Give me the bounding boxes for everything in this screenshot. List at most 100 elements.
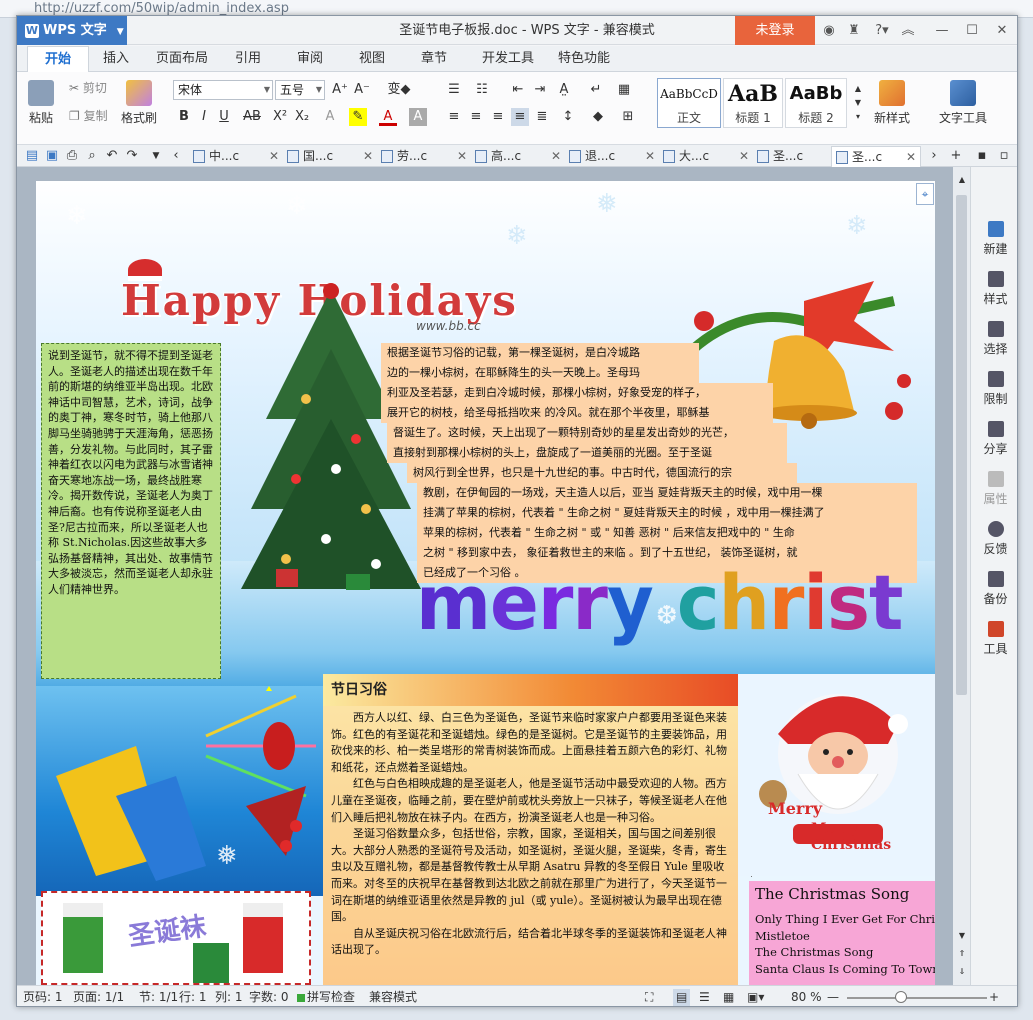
status-word-count[interactable]: 字数: 0 <box>249 989 289 1006</box>
print-icon[interactable]: ⎙ <box>63 147 81 165</box>
doc-tab[interactable]: 中...c ✕ <box>189 146 279 167</box>
bold-icon[interactable]: B <box>175 108 193 126</box>
font-color-icon[interactable]: A <box>379 108 397 126</box>
print-preview-icon[interactable]: ⌕ <box>83 147 101 165</box>
paste-button[interactable]: 粘贴 <box>23 80 59 126</box>
redo-icon[interactable]: ↷ <box>123 147 141 165</box>
border-icon[interactable]: ⊞ <box>619 108 637 126</box>
underline-icon[interactable]: U <box>215 108 233 126</box>
numbering-icon[interactable]: ☷ <box>473 81 491 99</box>
new-tab-icon[interactable]: + <box>947 147 965 165</box>
web-view-icon[interactable]: ▦ <box>723 989 734 1006</box>
align-left-icon[interactable]: ≡ <box>445 108 463 126</box>
menu-insert[interactable]: 插入 <box>91 46 141 72</box>
skin-icon[interactable]: ◉ <box>820 22 838 40</box>
close-icon[interactable]: ✕ <box>363 146 373 167</box>
vertical-scrollbar[interactable]: ▲ ▼ ⇑ ⇓ <box>953 167 970 985</box>
santa-legend-textbox[interactable]: 说到圣诞节，就不得不提到圣诞老人。圣诞老人的描述出现在数千年前的斯堪的纳维亚半岛… <box>41 343 221 679</box>
collapse-ribbon-icon[interactable]: ︽ <box>899 22 917 40</box>
menu-review[interactable]: 审阅 <box>287 46 333 72</box>
distribute-icon[interactable]: ≣ <box>533 108 551 126</box>
location-pin-icon[interactable]: ⌖ <box>916 183 934 205</box>
font-name-select[interactable]: 宋体 ▼ <box>173 80 273 100</box>
menu-features[interactable]: 特色功能 <box>549 46 619 72</box>
next-page-icon[interactable]: ⇓ <box>953 963 971 981</box>
align-right-icon[interactable]: ≡ <box>489 108 507 126</box>
strikethrough-icon[interactable]: AB <box>239 108 265 126</box>
new-style-button[interactable]: 新样式 <box>869 80 915 126</box>
align-center-icon[interactable]: ≡ <box>467 108 485 126</box>
panel-backup[interactable]: 备份 <box>971 571 1017 607</box>
bullets-icon[interactable]: ☰ <box>445 81 463 99</box>
christmas-tree-origin-textbox[interactable]: 根据圣诞节习俗的记载，第一棵圣诞树，是白冷城路 边的一棵小棕树，在耶稣降生的头一… <box>381 343 919 583</box>
chinese-layout-icon[interactable]: A̤ <box>555 81 573 99</box>
text-effect-icon[interactable]: A <box>321 108 339 126</box>
zoom-out-icon[interactable]: — <box>827 989 839 1006</box>
doc-tab[interactable]: 圣...c✕ <box>753 146 843 167</box>
help-icon[interactable]: ?▾ <box>869 22 895 40</box>
shading-icon[interactable]: ◆ <box>589 108 607 126</box>
maximize-icon[interactable]: ☐ <box>963 22 981 40</box>
panel-properties[interactable]: 属性 <box>971 471 1017 507</box>
char-shading-icon[interactable]: A <box>409 108 427 126</box>
doc-tab[interactable]: 劳...c ✕ <box>377 146 467 167</box>
font-size-select[interactable]: 五号 ▼ <box>275 80 325 100</box>
panel-feedback[interactable]: 反馈 <box>971 521 1017 557</box>
status-spell-check[interactable]: 拼写检查 <box>307 989 355 1006</box>
zoom-in-icon[interactable]: + <box>989 989 999 1006</box>
grow-font-icon[interactable]: A⁺ <box>331 81 349 99</box>
wps-app-menu[interactable]: W WPS 文字 ▼ <box>17 16 127 45</box>
scroll-down-icon[interactable]: ▼ <box>953 927 971 945</box>
chevron-down-icon[interactable]: ▼ <box>147 147 165 165</box>
subscript-icon[interactable]: X₂ <box>293 108 311 126</box>
outline-view-icon[interactable]: ☰ <box>699 989 710 1006</box>
login-button[interactable]: 未登录 <box>735 16 815 45</box>
minimize-icon[interactable]: — <box>933 22 951 40</box>
close-icon[interactable]: ✕ <box>551 146 561 167</box>
christmas-songs-textbox[interactable]: The Christmas Song Only Thing I Ever Get… <box>749 881 935 985</box>
menu-page-layout[interactable]: 页面布局 <box>147 46 217 72</box>
chevron-left-icon[interactable]: ‹ <box>167 147 185 165</box>
document-page[interactable]: ❄ ❄ ❄ ❅ ❄ ❆ ❄ ❅ Happy Holidays www.bb.cc <box>36 181 935 985</box>
menu-developer[interactable]: 开发工具 <box>473 46 543 72</box>
tab-close-all-icon[interactable]: ▫ <box>995 147 1013 165</box>
copy-button[interactable]: ❐ 复制 <box>69 106 108 126</box>
doc-tab[interactable]: 大...c ✕ <box>659 146 749 167</box>
tab-list-icon[interactable]: ▪ <box>973 147 991 165</box>
shrink-font-icon[interactable]: A⁻ <box>353 81 371 99</box>
close-icon[interactable]: ✕ <box>993 22 1011 40</box>
doc-tab-active[interactable]: 圣...c ✕ <box>831 146 921 167</box>
highlight-icon[interactable]: ✎ <box>349 108 367 126</box>
save-icon[interactable]: ▣ <box>43 147 61 165</box>
text-tools-button[interactable]: 文字工具 <box>933 80 993 126</box>
close-icon[interactable]: ✕ <box>906 147 916 168</box>
christmas-stocking-box[interactable]: 圣诞袜 <box>41 891 311 985</box>
festival-customs-textbox[interactable]: 节日习俗 西方人以红、绿、白三色为圣诞色，圣诞节来临时家家户户都要用圣诞色来装饰… <box>323 674 738 985</box>
panel-tools[interactable]: 工具 <box>971 621 1017 657</box>
phonetic-icon[interactable]: 变◆ <box>377 81 421 99</box>
scroll-thumb[interactable] <box>956 195 967 695</box>
styles-scroll-icon[interactable]: ▲ ▼ ▾ <box>849 82 867 126</box>
justify-icon[interactable]: ≡ <box>511 108 529 126</box>
folder-icon[interactable]: ▤ <box>23 147 41 165</box>
shirt-icon[interactable]: ♜ <box>845 22 863 40</box>
increase-indent-icon[interactable]: ⇥ <box>531 81 549 99</box>
doc-tab[interactable]: 国...c ✕ <box>283 146 373 167</box>
reading-view-icon[interactable]: ▣▾ <box>747 989 764 1006</box>
undo-icon[interactable]: ↶ <box>103 147 121 165</box>
page-view-icon[interactable]: ▤ <box>673 989 691 1006</box>
doc-tab[interactable]: 退...c ✕ <box>565 146 655 167</box>
zoom-slider[interactable] <box>847 997 987 999</box>
scroll-up-icon[interactable]: ▲ <box>953 171 971 189</box>
prev-page-icon[interactable]: ⇑ <box>953 945 971 963</box>
style-heading-2[interactable]: AaBb 标题 2 <box>785 78 847 128</box>
close-icon[interactable]: ✕ <box>645 146 655 167</box>
menu-chapter[interactable]: 章节 <box>411 46 457 72</box>
menu-view[interactable]: 视图 <box>349 46 395 72</box>
show-marks-icon[interactable]: ↵ <box>587 81 605 99</box>
panel-select[interactable]: 选择 <box>971 321 1017 357</box>
style-normal[interactable]: AaBbCcD 正文 <box>657 78 721 128</box>
panel-style[interactable]: 样式 <box>971 271 1017 307</box>
format-painter-button[interactable]: 格式刷 <box>117 80 161 126</box>
italic-icon[interactable]: I <box>195 108 213 126</box>
